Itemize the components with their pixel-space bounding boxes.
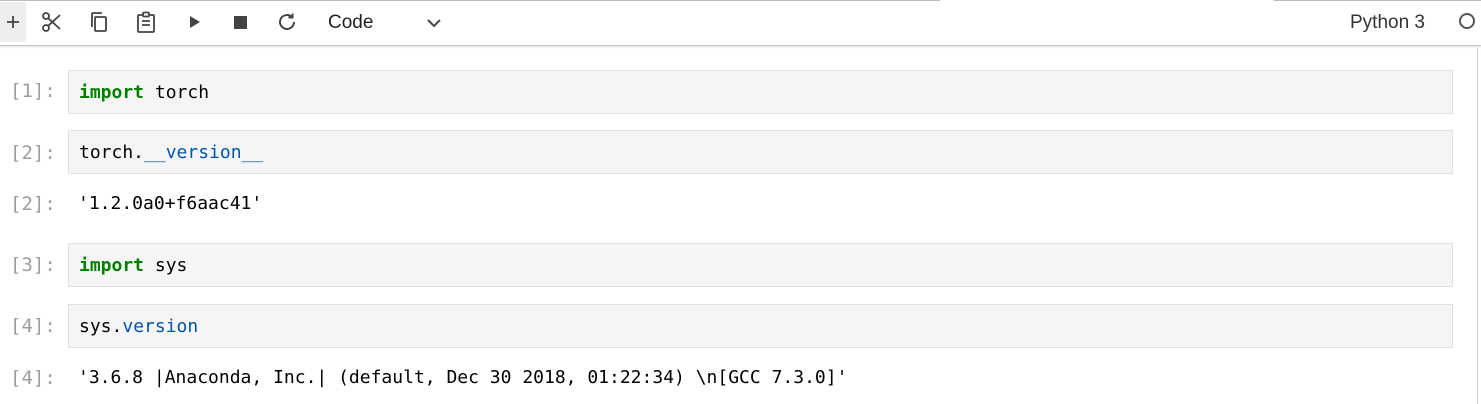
- input-prompt: [4]:: [10, 315, 56, 337]
- output-prompt: [2]:: [10, 193, 56, 215]
- code-keyword: import: [79, 254, 145, 276]
- stop-icon: [234, 16, 247, 29]
- stop-button[interactable]: [222, 4, 258, 40]
- kernel-name[interactable]: Python 3: [1350, 12, 1425, 34]
- cut-icon: [42, 12, 61, 32]
- paste-icon: [137, 11, 155, 33]
- code-text: sys: [144, 254, 188, 276]
- add-icon: [7, 16, 19, 28]
- paste-button[interactable]: [128, 4, 164, 40]
- input-prompt: [2]:: [10, 142, 56, 164]
- cell-type-value: Code: [328, 12, 374, 33]
- cut-button[interactable]: [34, 4, 70, 40]
- code-text: torch: [144, 81, 210, 103]
- kernel-status-idle-icon: [1459, 13, 1475, 29]
- output-prompt: [4]:: [10, 367, 56, 389]
- restart-button[interactable]: [269, 4, 305, 40]
- run-icon: [190, 16, 200, 28]
- code-attribute: version: [122, 315, 199, 337]
- input-prompt: [3]:: [10, 254, 56, 276]
- copy-button[interactable]: [81, 4, 117, 40]
- input-prompt: [1]:: [10, 80, 56, 102]
- code-cell-input[interactable]: import torch: [68, 70, 1453, 114]
- cell-type-dropdown[interactable]: Code: [318, 6, 452, 40]
- code-cell-input[interactable]: import sys: [68, 243, 1453, 287]
- notebook-scrollbar-track: [1477, 48, 1478, 404]
- notebook-toolbar: Code Python 3: [0, 0, 1481, 46]
- code-text: sys.: [79, 315, 123, 337]
- tab-bar-divider: [0, 0, 940, 1]
- restart-icon: [279, 13, 295, 30]
- code-text: torch.: [79, 141, 145, 163]
- copy-icon: [91, 12, 107, 32]
- cell-output: '3.6.8 |Anaconda, Inc.| (default, Dec 30…: [78, 367, 848, 388]
- insert-cell-button[interactable]: [0, 2, 26, 42]
- code-cell-input[interactable]: torch. __version__: [68, 130, 1453, 174]
- chevron-down-icon: [427, 19, 441, 28]
- cell-output: '1.2.0a0+f6aac41': [78, 193, 263, 214]
- tab-bar-divider: [1274, 0, 1481, 1]
- code-attribute: __version__: [144, 141, 264, 163]
- run-button[interactable]: [176, 4, 212, 40]
- code-keyword: import: [79, 81, 145, 103]
- code-cell-input[interactable]: sys. version: [68, 304, 1453, 348]
